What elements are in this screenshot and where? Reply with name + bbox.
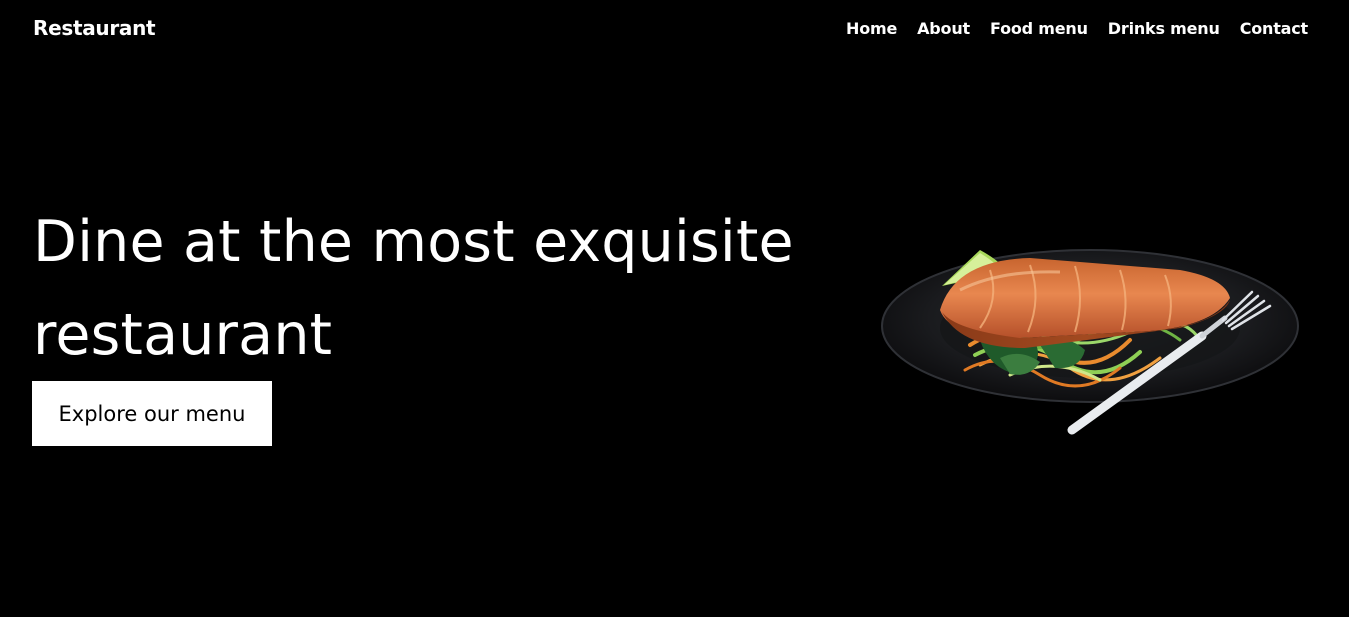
- hero-title-line-2: restaurant: [33, 302, 333, 368]
- explore-menu-button[interactable]: Explore our menu: [32, 381, 272, 446]
- hero-title: Dine at the most exquisite restaurant: [33, 196, 833, 382]
- nav-about[interactable]: About: [917, 19, 970, 38]
- hero-title-line-1: Dine at the most exquisite: [33, 209, 794, 275]
- nav-home[interactable]: Home: [846, 19, 897, 38]
- nav-contact[interactable]: Contact: [1240, 19, 1309, 38]
- nav-drinks-menu[interactable]: Drinks menu: [1108, 19, 1220, 38]
- brand-logo-link[interactable]: Restaurant: [33, 16, 156, 40]
- main-nav: Home About Food menu Drinks menu Contact: [846, 19, 1308, 38]
- nav-food-menu[interactable]: Food menu: [990, 19, 1088, 38]
- site-header: Restaurant Home About Food menu Drinks m…: [0, 0, 1349, 60]
- salmon-dish-image: [881, 249, 1299, 435]
- page: Restaurant Home About Food menu Drinks m…: [0, 0, 1349, 617]
